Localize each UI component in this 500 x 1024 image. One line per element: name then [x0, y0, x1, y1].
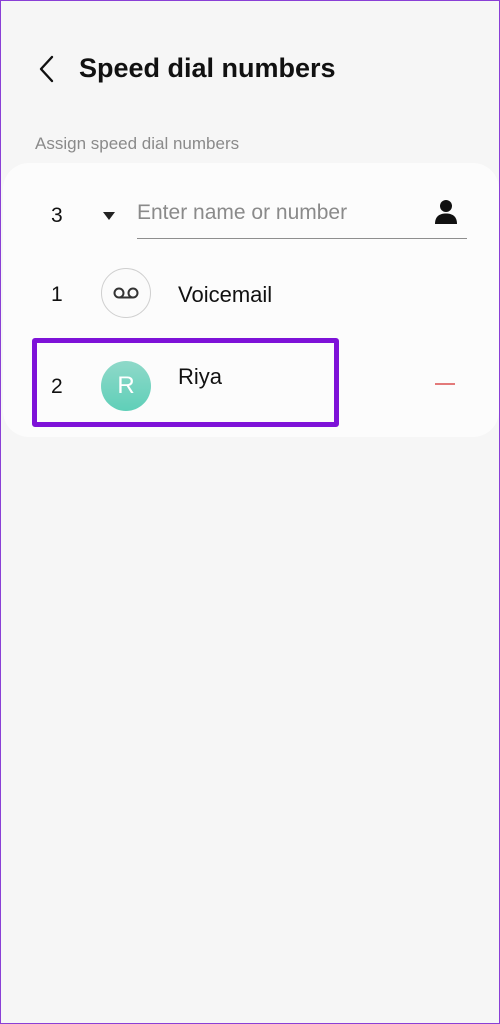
contact-avatar: R	[101, 361, 151, 411]
entry-name-riya[interactable]: Riya	[178, 364, 222, 390]
minus-icon	[435, 383, 455, 385]
person-icon	[435, 200, 457, 224]
contact-picker-button[interactable]	[433, 198, 459, 226]
entry-number-2: 2	[51, 375, 63, 398]
voicemail-avatar	[101, 268, 151, 318]
app-header: Speed dial numbers	[1, 41, 499, 101]
remove-entry-button[interactable]	[433, 375, 457, 393]
back-button[interactable]	[27, 49, 67, 89]
voicemail-icon	[113, 287, 139, 299]
entry-number-1: 1	[51, 283, 63, 306]
name-number-field	[137, 194, 467, 239]
name-number-input[interactable]	[137, 194, 417, 232]
triangle-down-icon	[103, 212, 115, 220]
section-label: Assign speed dial numbers	[35, 134, 240, 153]
number-dropdown[interactable]	[101, 209, 117, 221]
new-entry-number: 3	[51, 204, 63, 227]
page-title: Speed dial numbers	[79, 53, 336, 83]
entry-name-voicemail[interactable]: Voicemail	[178, 282, 272, 308]
chevron-left-icon	[39, 55, 54, 83]
